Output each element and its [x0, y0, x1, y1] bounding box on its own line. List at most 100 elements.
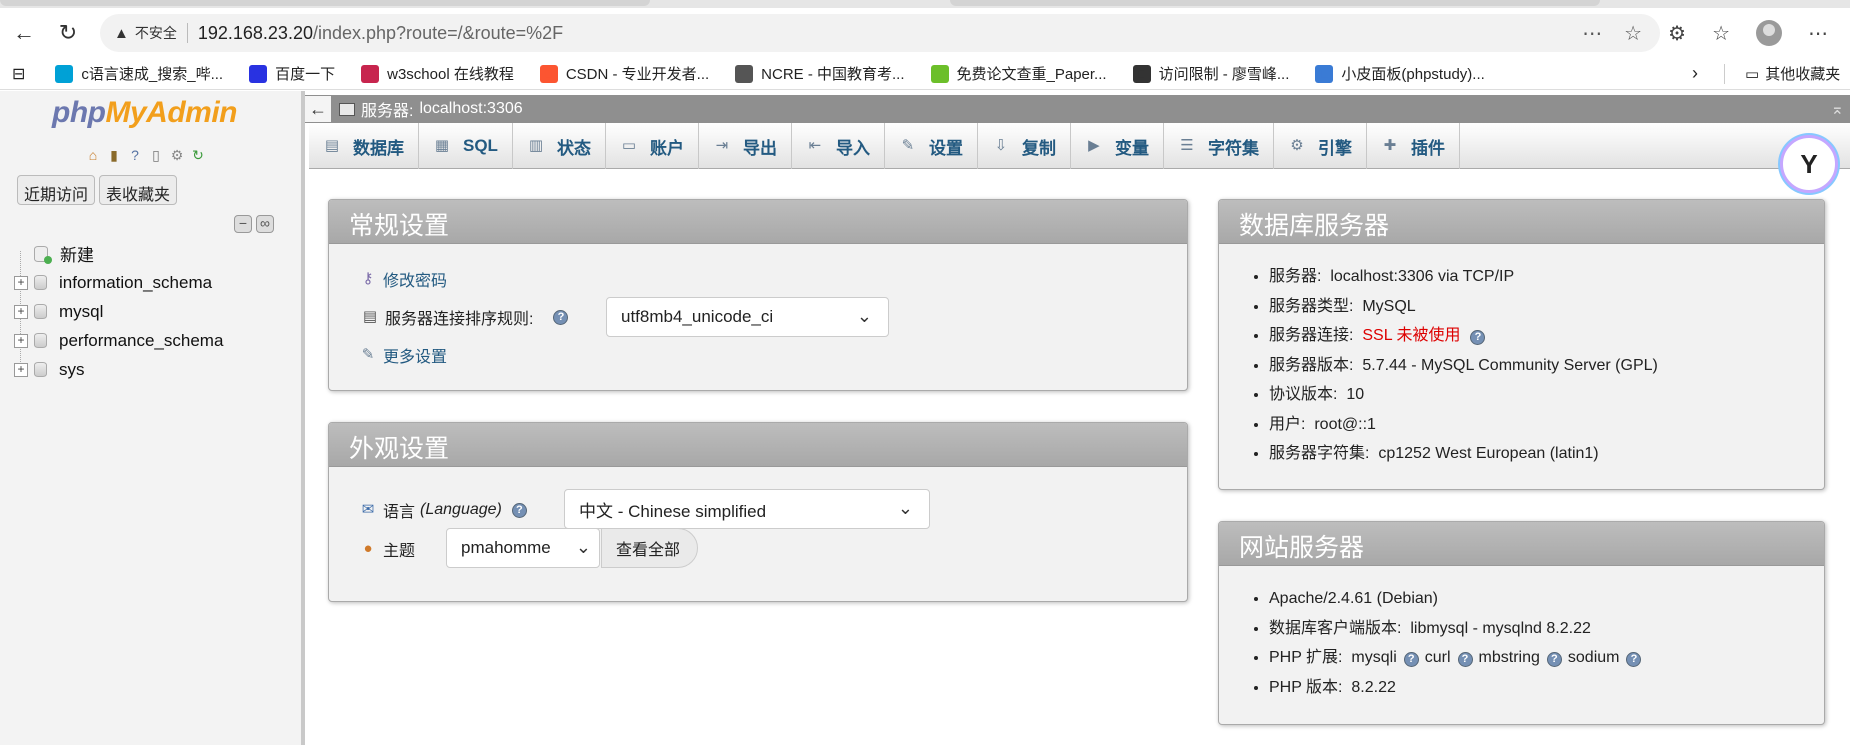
pen-icon: ■	[1132, 64, 1151, 83]
help-icon[interactable]: ?	[126, 146, 144, 164]
replication-icon: ⇩	[994, 137, 1008, 154]
collation-label: 服务器连接排序规则:	[385, 311, 534, 328]
recent-button[interactable]: 近期访问	[17, 175, 96, 205]
bookmark-item[interactable]: ■ NCRE - 中国教育考...	[735, 63, 905, 84]
client-version: 数据库客户端版本: libmysql - mysqlnd 8.2.22	[1269, 614, 1647, 644]
expand-icon[interactable]: +	[14, 304, 28, 319]
appearance-settings-panel: 外观设置 ✉ 语言 (Language)? 中文 - Chinese simplif…	[328, 422, 1188, 602]
help-icon[interactable]: ?	[553, 309, 569, 325]
tab-replication[interactable]: ⇩ 复制	[978, 123, 1071, 169]
home-icon[interactable]: ⌂	[84, 146, 102, 164]
view-all-label: 查看全部	[616, 542, 681, 559]
tab-wrench[interactable]: ✎ 设置	[885, 123, 978, 169]
favorites-button[interactable]: 表收藏夹	[99, 175, 178, 205]
server-link[interactable]: localhost:3306	[419, 100, 522, 118]
browser-tab[interactable]	[950, 0, 1600, 6]
expand-icon[interactable]: +	[14, 362, 28, 377]
info-label: 服务器:	[1269, 268, 1322, 285]
bookmark-item[interactable]: ■ CSDN - 专业开发者...	[539, 63, 709, 84]
general-settings-title: 常规设置	[329, 200, 1187, 244]
web-server-info: Apache/2.4.61 (Debian) 数据库客户端版本: libmysq…	[1269, 584, 1647, 702]
web-server-title: 网站服务器	[1219, 522, 1824, 566]
expand-icon[interactable]: +	[14, 333, 28, 348]
more-settings-link[interactable]: 更多设置	[383, 343, 447, 367]
csdn-icon: ■	[539, 64, 558, 83]
bookmark-item[interactable]: ■ 百度一下	[249, 63, 335, 84]
address-bar[interactable]: ▲ 不安全 192.168.23.20/index.php?route=/&ro…	[100, 14, 1660, 52]
security-label[interactable]: 不安全	[135, 23, 177, 43]
exit-icon[interactable]: ▮	[105, 146, 123, 164]
tab-charset[interactable]: ☰ 字符集	[1164, 123, 1274, 169]
database-name[interactable]: information_schema	[59, 273, 212, 293]
database-icon: ▤	[324, 137, 340, 154]
assistant-icon[interactable]: Y	[1780, 135, 1838, 193]
browser-tab[interactable]	[0, 0, 650, 6]
tree-database-item[interactable]: + mysql	[14, 297, 223, 326]
menu-icon[interactable]: ⋯	[1808, 21, 1828, 46]
tab-database[interactable]: ▤ 数据库	[309, 123, 419, 169]
collapse-icon[interactable]: ⌅	[1831, 99, 1844, 119]
refresh-icon[interactable]: ↻	[189, 146, 207, 164]
tab-engine[interactable]: ⚙ 引擎	[1274, 123, 1367, 169]
bookmark-item[interactable]: ■ 小皮面板(phpstudy)...	[1315, 63, 1485, 84]
help-icon[interactable]: ?	[1470, 330, 1486, 345]
collapse-all-icon[interactable]: −	[234, 215, 252, 233]
help-icon[interactable]: ?	[511, 502, 527, 518]
extensions-icon[interactable]: ⚙	[1668, 21, 1686, 46]
expand-icon[interactable]: +	[14, 275, 28, 290]
tab-plugin[interactable]: ✚ 插件	[1367, 123, 1460, 169]
chevron-right-icon[interactable]: ›	[1692, 63, 1698, 84]
logo-php: php	[52, 96, 106, 129]
tab-label: 字符集	[1207, 138, 1259, 158]
new-database-icon	[34, 245, 52, 264]
tab-export[interactable]: ⇥ 导出	[699, 123, 792, 169]
help-icon[interactable]: ?	[1626, 652, 1642, 667]
favorites-icon[interactable]: ☆	[1712, 21, 1730, 46]
tree-new[interactable]: 新建	[14, 239, 223, 268]
change-password-link[interactable]: 修改密码	[383, 267, 447, 291]
reload-icon[interactable]: ↻	[48, 13, 88, 53]
link-icon[interactable]: ∞	[256, 215, 274, 233]
collation-select[interactable]: utf8mb4_unicode_ci ⌄	[606, 297, 889, 337]
tab-accounts[interactable]: ▭ 账户	[606, 123, 699, 169]
back-arrow-icon[interactable]: ←	[305, 96, 331, 122]
language-value: 中文 - Chinese simplified	[579, 501, 767, 521]
view-all-button[interactable]: 查看全部	[601, 528, 698, 568]
help-icon[interactable]: ?	[1403, 652, 1419, 667]
bookmark-item[interactable]: ■ c语言速成_搜索_哔...	[55, 63, 223, 84]
back-icon[interactable]: ←	[4, 13, 44, 53]
top-menu: ▤ 数据库 ▦ SQL ▥ 状态 ▭ 账户 ⇥ 导出 ⇤ 导入 ✎ 设置 ⇩ 复制 ▶ 变量 ☰ 字符集 ⚙ 引擎 ✚ 插件	[309, 123, 1850, 169]
settings-icon[interactable]: ⚙	[168, 146, 186, 164]
database-name[interactable]: mysql	[59, 302, 103, 322]
help-icon[interactable]: ?	[1546, 652, 1562, 667]
more-options-icon[interactable]: ⋯	[1582, 21, 1602, 46]
help-icon[interactable]: ?	[1457, 652, 1473, 667]
tab-sql[interactable]: ▦ SQL	[419, 123, 513, 169]
wrench-icon: ✎	[901, 137, 915, 154]
tab-variables[interactable]: ▶ 变量	[1071, 123, 1164, 169]
star-icon[interactable]: ☆	[1624, 21, 1642, 46]
database-name[interactable]: sys	[59, 360, 85, 380]
language-select[interactable]: 中文 - Chinese simplified ⌄	[564, 489, 930, 529]
theme-label: 主题	[383, 543, 416, 560]
theme-select[interactable]: pmahomme ⌄	[446, 528, 600, 568]
tree-database-item[interactable]: + performance_schema	[14, 326, 223, 355]
bookmark-item[interactable]: ■ w3school 在线教程	[361, 63, 514, 84]
language-icon: ✉	[361, 501, 375, 518]
database-name[interactable]: performance_schema	[59, 331, 223, 351]
tree-database-item[interactable]: + information_schema	[14, 268, 223, 297]
tree-database-item[interactable]: + sys	[14, 355, 223, 384]
profile-avatar[interactable]	[1756, 20, 1782, 46]
tab-import[interactable]: ⇤ 导入	[792, 123, 885, 169]
url-text[interactable]: 192.168.23.20/index.php?route=/&route=%2…	[198, 23, 563, 44]
bookmark-item[interactable]: ■ 访问限制 - 廖雪峰...	[1132, 63, 1289, 84]
tab-status[interactable]: ▥ 状态	[513, 123, 606, 169]
tab-label: 设置	[928, 138, 963, 158]
bookmark-manager-icon[interactable]: ⊟	[12, 64, 25, 84]
docs-icon[interactable]: ▯	[147, 146, 165, 164]
database-icon	[34, 304, 47, 319]
bookmark-item[interactable]: ■ 免费论文查重_Paper...	[930, 63, 1107, 84]
phpmyadmin-logo[interactable]: phpMyAdmin	[52, 96, 237, 130]
info-label: 服务器字符集:	[1269, 445, 1370, 462]
other-bookmarks[interactable]: ▭ 其他收藏夹	[1745, 63, 1840, 84]
